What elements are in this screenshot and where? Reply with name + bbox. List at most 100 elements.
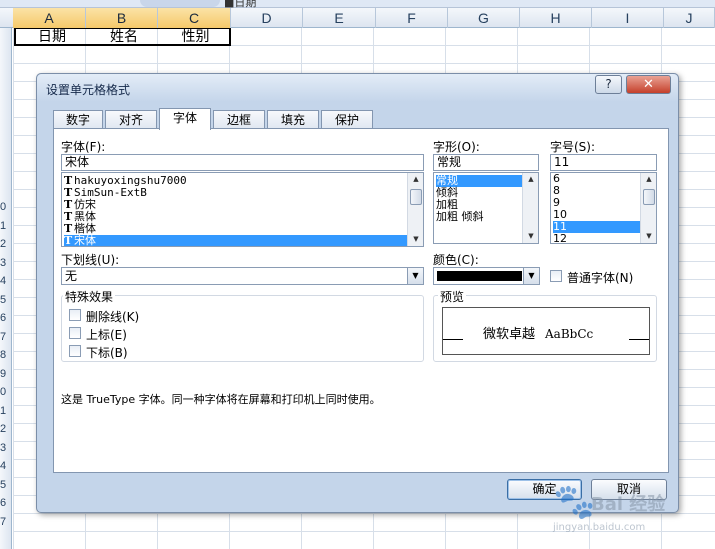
- dialog-titlebar[interactable]: 设置单元格格式 ? ✕: [37, 74, 678, 102]
- font-size-list[interactable]: 6 8 9 10 11 12 ▲ ▼: [550, 172, 657, 244]
- font-size-input[interactable]: 11: [550, 154, 657, 171]
- font-style-list[interactable]: 常规 倾斜 加粗 加粗 倾斜 ▲ ▼: [433, 172, 539, 244]
- preview-sample: 微软卓越 AaBbCc: [483, 323, 593, 342]
- font-list-item[interactable]: T 仿宋: [64, 199, 407, 211]
- cell-a1[interactable]: 日期: [16, 29, 88, 45]
- column-header-j[interactable]: J: [664, 8, 715, 28]
- scroll-thumb[interactable]: [643, 189, 655, 205]
- row-number[interactable]: 9: [0, 368, 12, 380]
- column-header-c[interactable]: C: [158, 8, 231, 28]
- font-style-input[interactable]: 常规: [433, 154, 539, 171]
- column-header-a[interactable]: A: [13, 8, 86, 28]
- scroll-down-arrow-icon[interactable]: ▼: [408, 233, 423, 246]
- tab-protection[interactable]: 保护: [321, 110, 373, 129]
- ribbon-edge: ■日期: [0, 0, 715, 9]
- column-header-h[interactable]: H: [520, 8, 592, 28]
- font-list-item[interactable]: T 楷体: [64, 223, 407, 235]
- dialog-title: 设置单元格格式: [46, 83, 131, 97]
- tab-alignment[interactable]: 对齐: [105, 110, 157, 129]
- scroll-up-arrow-icon[interactable]: ▲: [523, 173, 538, 186]
- tab-border[interactable]: 边框: [213, 110, 265, 129]
- chevron-down-icon[interactable]: ▼: [407, 268, 423, 284]
- truetype-icon: T: [64, 234, 73, 247]
- row-number[interactable]: 4: [0, 275, 12, 287]
- row-number[interactable]: 1: [0, 405, 12, 417]
- baidu-watermark: 🐾 Bai 经验 jingyan.baidu.com: [553, 480, 713, 545]
- strikethrough-checkbox[interactable]: [69, 309, 81, 321]
- column-header-i[interactable]: I: [592, 8, 664, 28]
- font-list-item-selected[interactable]: T 宋体: [64, 234, 407, 247]
- row-number[interactable]: 0: [0, 201, 12, 213]
- row-number[interactable]: 3: [0, 442, 12, 454]
- scroll-up-arrow-icon[interactable]: ▲: [641, 173, 656, 186]
- font-list-item[interactable]: T SimSun-ExtB: [64, 187, 407, 199]
- row-number[interactable]: 4: [0, 460, 12, 472]
- row-number[interactable]: 3: [0, 257, 12, 269]
- row-number[interactable]: 5: [0, 294, 12, 306]
- close-button[interactable]: ✕: [626, 75, 671, 94]
- row-number[interactable]: 5: [0, 479, 12, 491]
- effects-title: 特殊效果: [63, 288, 116, 305]
- paw-icon: 🐾: [553, 482, 596, 522]
- color-swatch: [437, 271, 522, 281]
- row-number[interactable]: 8: [0, 349, 12, 361]
- help-button[interactable]: ?: [595, 75, 622, 94]
- font-size-item[interactable]: 8: [553, 185, 640, 197]
- underline-select[interactable]: 无 ▼: [61, 267, 424, 285]
- scroll-up-arrow-icon[interactable]: ▲: [408, 173, 423, 186]
- row-number[interactable]: 7: [0, 331, 12, 343]
- font-style-scrollbar[interactable]: ▲ ▼: [522, 173, 538, 243]
- column-header-g[interactable]: G: [448, 8, 520, 28]
- row-number[interactable]: 2: [0, 238, 12, 250]
- row-number[interactable]: 7: [0, 516, 12, 528]
- superscript-checkbox[interactable]: [69, 327, 81, 339]
- selected-cell-range[interactable]: 日期 姓名 性别: [14, 28, 231, 46]
- scroll-down-arrow-icon[interactable]: ▼: [641, 230, 656, 243]
- preview-title: 预览: [438, 288, 467, 305]
- superscript-label[interactable]: 上标(E): [86, 326, 127, 343]
- watermark-text: Bai 经验: [591, 494, 666, 515]
- cell-b1[interactable]: 姓名: [88, 29, 160, 45]
- underline-label: 下划线(U):: [61, 253, 120, 267]
- row-number[interactable]: 1: [0, 220, 12, 232]
- normal-font-checkbox[interactable]: [550, 270, 562, 282]
- scroll-down-arrow-icon[interactable]: ▼: [523, 230, 538, 243]
- watermark-url: jingyan.baidu.com: [553, 522, 646, 533]
- column-header-e[interactable]: E: [303, 8, 376, 28]
- column-header-d[interactable]: D: [231, 8, 303, 28]
- subscript-checkbox[interactable]: [69, 345, 81, 357]
- font-list-item[interactable]: T 黑体: [64, 211, 407, 223]
- ribbon-tab-edge: [140, 0, 220, 7]
- font-list-scrollbar[interactable]: ▲ ▼: [407, 173, 423, 246]
- color-select[interactable]: ▼: [433, 267, 540, 285]
- cell-c1[interactable]: 性别: [160, 29, 231, 45]
- font-list[interactable]: Thakuyoxingshu7000 T SimSun-ExtB T 仿宋 T 黑体 …: [61, 172, 424, 247]
- font-style-label: 字形(O):: [433, 140, 480, 154]
- row-number[interactable]: 6: [0, 312, 12, 324]
- row-headers: 0 1 2 3 4 5 6 7 8 9 0 1 2 3 4 5 6 7: [0, 28, 12, 549]
- font-size-item[interactable]: 12: [553, 233, 640, 244]
- scroll-thumb[interactable]: [410, 189, 422, 205]
- font-tab-panel: 字体(F): 宋体 Thakuyoxingshu7000 T SimSun-Ext…: [53, 128, 669, 473]
- chevron-down-icon[interactable]: ▼: [523, 268, 539, 284]
- font-name-input[interactable]: 宋体: [61, 154, 424, 171]
- font-label: 字体(F):: [61, 140, 106, 154]
- row-number[interactable]: 6: [0, 497, 12, 509]
- color-label: 颜色(C):: [433, 253, 479, 267]
- row-number[interactable]: 0: [0, 386, 12, 398]
- font-style-item[interactable]: 加粗 倾斜: [436, 211, 522, 223]
- preview-latin-text: AaBbCc: [545, 327, 594, 341]
- column-header-f[interactable]: F: [376, 8, 448, 28]
- row-number[interactable]: 2: [0, 423, 12, 435]
- normal-font-label[interactable]: 普通字体(N): [567, 269, 633, 286]
- column-header-b[interactable]: B: [86, 8, 158, 28]
- tab-font[interactable]: 字体: [159, 108, 211, 130]
- font-size-item[interactable]: 6: [553, 173, 640, 185]
- strikethrough-label[interactable]: 删除线(K): [86, 308, 139, 325]
- font-size-scrollbar[interactable]: ▲ ▼: [640, 173, 656, 243]
- tab-fill[interactable]: 填充: [267, 110, 319, 129]
- subscript-label[interactable]: 下标(B): [86, 344, 128, 361]
- font-size-label: 字号(S):: [550, 140, 596, 154]
- column-headers: A B C D E F G H I J: [0, 8, 715, 28]
- tab-number[interactable]: 数字: [53, 110, 103, 129]
